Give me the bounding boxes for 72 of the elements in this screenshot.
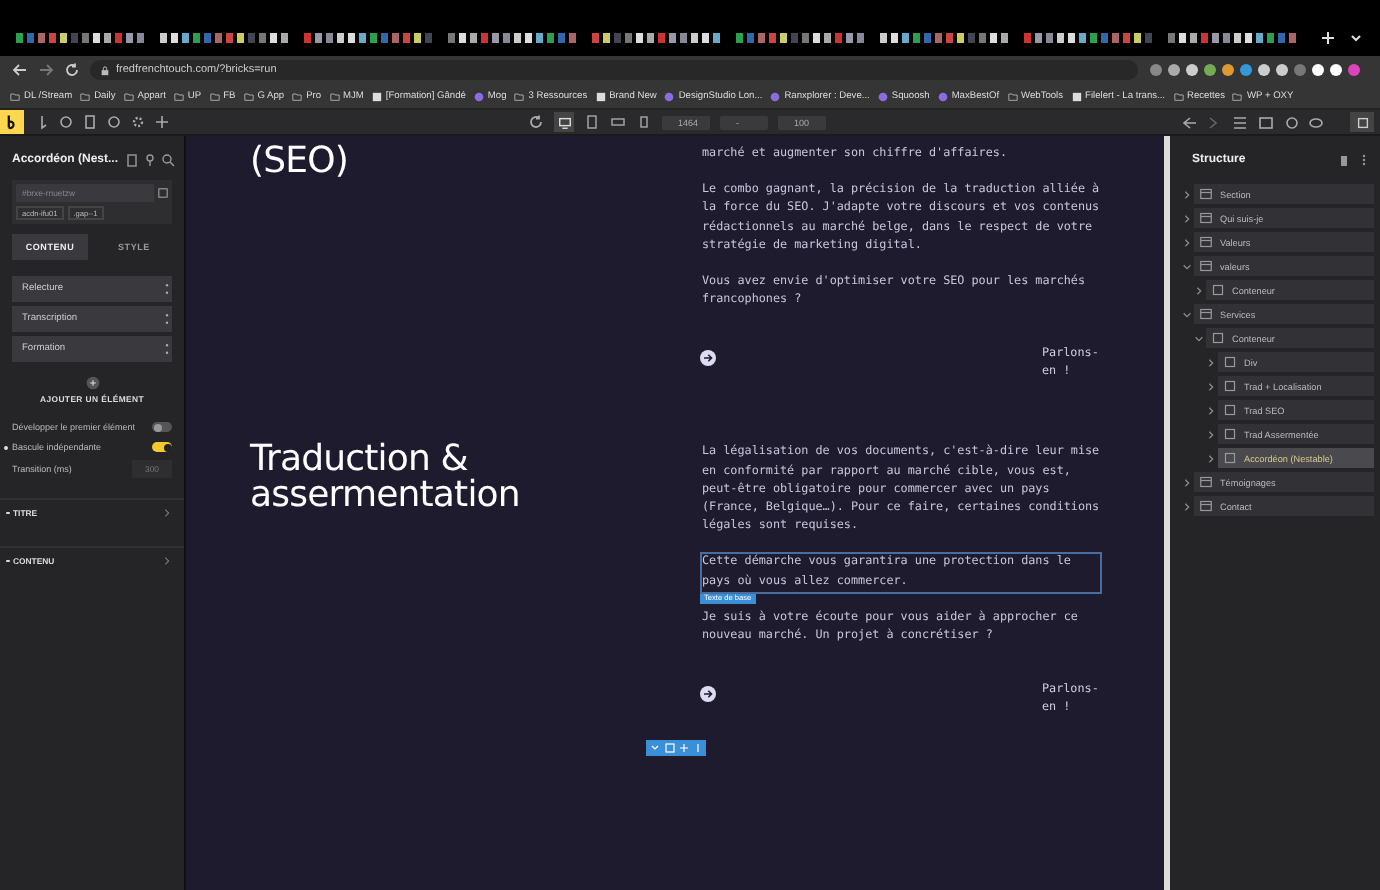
chevron-icon[interactable] (1182, 501, 1192, 511)
chevron-icon[interactable] (1182, 477, 1192, 487)
square-icon (1212, 332, 1224, 344)
chevron-icon[interactable] (1194, 333, 1204, 343)
chevron-down-icon[interactable] (1348, 30, 1364, 46)
section-heading: (SEO) (250, 144, 351, 186)
toggle-switch[interactable] (152, 422, 172, 432)
folder-icon (1232, 91, 1243, 101)
toggle-switch[interactable] (152, 442, 172, 452)
chevron-icon[interactable] (1206, 429, 1216, 439)
square-icon (1212, 284, 1224, 296)
chevron-icon[interactable] (1206, 405, 1216, 415)
landscape-phone-icon[interactable] (610, 114, 626, 130)
square-icon (1224, 380, 1236, 392)
clipboard-icon[interactable] (124, 152, 140, 168)
arrow-circle-icon[interactable] (700, 350, 716, 367)
square-icon (1224, 356, 1236, 368)
reload-icon[interactable] (64, 62, 80, 78)
site-icon (664, 91, 675, 101)
back-arrow-icon[interactable] (12, 62, 28, 78)
desktop-icon[interactable] (554, 112, 574, 132)
page-icon (371, 91, 382, 101)
folder-icon (329, 91, 340, 101)
chevron-icon[interactable] (1182, 309, 1192, 319)
search-icon[interactable] (160, 152, 176, 168)
section-icon (1200, 500, 1212, 512)
folder-icon (123, 91, 134, 101)
plus-icon[interactable] (1320, 30, 1336, 46)
chevron-icon[interactable] (162, 556, 172, 566)
forward-arrow-icon[interactable] (38, 62, 54, 78)
folder-icon (173, 91, 184, 101)
add-icon[interactable] (85, 376, 99, 390)
square-icon (1224, 452, 1236, 464)
section-icon (1200, 236, 1212, 248)
page-icon (1071, 91, 1082, 101)
lock-icon (100, 65, 110, 75)
section-heading: Traduction & assermentation (250, 442, 522, 521)
folder-icon (292, 91, 303, 101)
chevron-icon[interactable] (1182, 213, 1192, 223)
tablet-icon[interactable] (584, 114, 600, 130)
chevron-icon[interactable] (1206, 381, 1216, 391)
chevron-icon[interactable] (1194, 285, 1204, 295)
section-icon (1200, 476, 1212, 488)
chevron-icon[interactable] (1182, 237, 1192, 247)
section-icon (1200, 212, 1212, 224)
folder-icon (80, 91, 91, 101)
site-icon (473, 91, 484, 101)
chevron-icon[interactable] (1182, 189, 1192, 199)
builder-logo[interactable] (0, 110, 24, 134)
pin-icon[interactable] (142, 152, 158, 168)
site-icon (937, 91, 948, 101)
folder-icon (209, 91, 220, 101)
folder-icon (1173, 91, 1184, 101)
square-icon (1224, 428, 1236, 440)
chevron-icon[interactable] (1206, 357, 1216, 367)
page-icon (595, 91, 606, 101)
chevron-icon[interactable] (1182, 261, 1192, 271)
folder-icon (10, 91, 20, 101)
chevron-icon[interactable] (162, 508, 172, 518)
section-icon (1200, 260, 1212, 272)
arrow-circle-icon[interactable] (700, 686, 716, 703)
chevron-icon[interactable] (1206, 453, 1216, 463)
folder-icon (243, 91, 254, 101)
site-icon (770, 91, 781, 101)
site-icon (877, 91, 888, 101)
reload-icon[interactable] (528, 114, 544, 130)
section-icon (1200, 308, 1212, 320)
square-icon (1224, 404, 1236, 416)
folder-icon (1007, 91, 1018, 101)
section-icon (1200, 188, 1212, 200)
folder-icon (514, 91, 525, 101)
phone-icon[interactable] (636, 114, 652, 130)
